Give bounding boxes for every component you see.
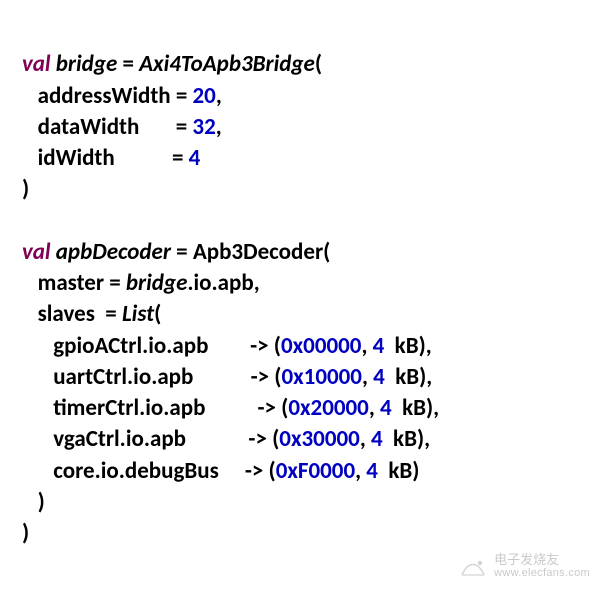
type-bridge: Axi4ToApb3Bridge xyxy=(139,50,315,78)
watermark-icon xyxy=(458,551,488,581)
type-list: List xyxy=(122,300,154,328)
slave-size: 4 xyxy=(366,457,378,485)
line: val apbDecoder = Apb3Decoder( xyxy=(22,238,330,266)
slave-size: 4 xyxy=(380,394,392,422)
param-slaves: slaves xyxy=(38,300,95,328)
watermark-text: 电子发烧友 www.elecfans.com xyxy=(494,553,590,579)
val-dataWidth: 32 xyxy=(192,113,215,141)
slave-addr: 0x10000 xyxy=(281,363,362,391)
slave-suffix: .io.apb xyxy=(127,363,193,391)
slave-unit: kB xyxy=(402,394,426,422)
type-decoder: Apb3Decoder xyxy=(193,238,323,266)
line: uartCtrl.io.apb -> (0x10000, 4 kB), xyxy=(22,363,432,391)
slave-addr: 0xF0000 xyxy=(276,457,355,485)
watermark: 电子发烧友 www.elecfans.com xyxy=(458,551,590,581)
watermark-cn: 电子发烧友 xyxy=(494,553,590,567)
slave-addr: 0x00000 xyxy=(281,332,362,360)
slave-addr: 0x20000 xyxy=(288,394,369,422)
param-addressWidth: addressWidth xyxy=(38,82,171,110)
line: slaves = List( xyxy=(22,300,161,328)
val-idWidth: 4 xyxy=(189,144,201,172)
line: val bridge = Axi4ToApb3Bridge( xyxy=(22,50,322,78)
keyword-val: val xyxy=(22,238,51,266)
line: ) xyxy=(22,519,29,547)
slave-suffix: .io.apb xyxy=(120,425,186,453)
line: gpioACtrl.io.apb -> (0x00000, 4 kB), xyxy=(22,332,432,360)
slave-obj: timerCtrl xyxy=(53,394,139,422)
line: dataWidth = 32, xyxy=(22,113,222,141)
ref-bridge: bridge xyxy=(126,269,187,297)
member-io-apb: .io.apb xyxy=(187,269,253,297)
slave-suffix: .io.apb xyxy=(142,332,208,360)
slave-obj: vgaCtrl xyxy=(53,425,119,453)
blank-line xyxy=(22,207,27,235)
param-dataWidth: dataWidth xyxy=(38,113,140,141)
var-bridge: bridge xyxy=(56,50,117,78)
var-apbDecoder: apbDecoder xyxy=(56,238,171,266)
slave-unit: kB xyxy=(395,363,419,391)
line: timerCtrl.io.apb -> (0x20000, 4 kB), xyxy=(22,394,439,422)
slave-obj: core xyxy=(53,457,94,485)
slave-suffix: .io.apb xyxy=(139,394,205,422)
line: ) xyxy=(22,175,29,203)
line: master = bridge.io.apb, xyxy=(22,269,260,297)
param-master: master xyxy=(38,269,104,297)
slave-addr: 0x30000 xyxy=(279,425,360,453)
slave-unit: kB xyxy=(388,457,412,485)
watermark-url: www.elecfans.com xyxy=(494,567,590,579)
slave-size: 4 xyxy=(373,363,385,391)
line: addressWidth = 20, xyxy=(22,82,222,110)
code-block: val bridge = Axi4ToApb3Bridge( addressWi… xyxy=(0,0,600,560)
slave-size: 4 xyxy=(371,425,383,453)
line: core.io.debugBus -> (0xF0000, 4 kB) xyxy=(22,457,419,485)
keyword-val: val xyxy=(22,50,51,78)
slave-obj: gpioACtrl xyxy=(53,332,142,360)
slave-unit: kB xyxy=(393,425,417,453)
slave-suffix: .io.debugBus xyxy=(95,457,219,485)
slave-obj: uartCtrl xyxy=(53,363,127,391)
val-addressWidth: 20 xyxy=(193,82,216,110)
slave-size: 4 xyxy=(373,332,385,360)
line: ) xyxy=(22,488,45,516)
line: idWidth = 4 xyxy=(22,144,200,172)
line: vgaCtrl.io.apb -> (0x30000, 4 kB), xyxy=(22,425,430,453)
slave-unit: kB xyxy=(395,332,419,360)
param-idWidth: idWidth xyxy=(38,144,115,172)
